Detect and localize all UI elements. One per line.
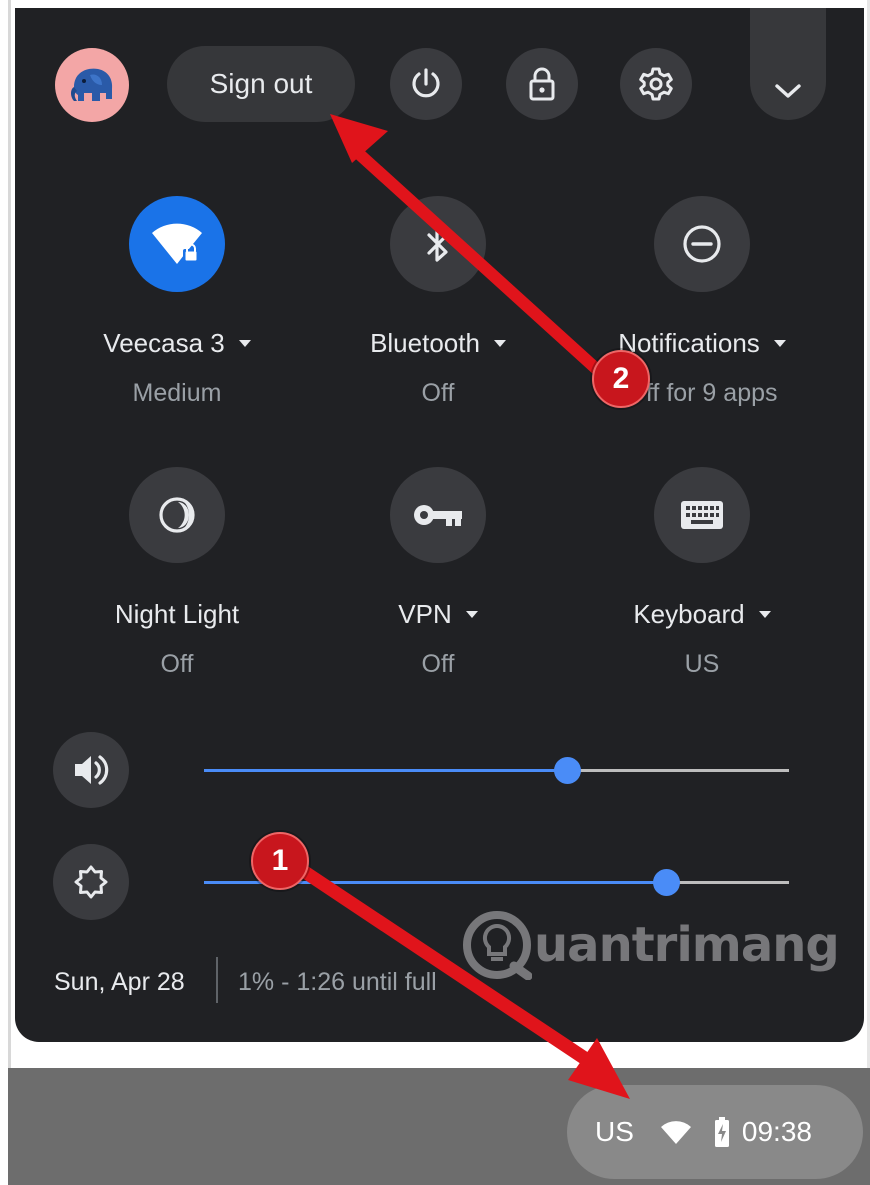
watermark-text: uantrimang — [534, 917, 840, 973]
tray-battery-charging-icon — [714, 1117, 730, 1147]
tray-clock: 09:38 — [741, 1116, 812, 1147]
dropdown-caret-icon — [493, 340, 506, 347]
keyboard-icon — [681, 501, 723, 529]
keyboard-layout: US — [684, 650, 720, 678]
mute-button[interactable] — [53, 732, 129, 808]
notifications-label-text: Notifications — [618, 328, 760, 358]
volume-slider[interactable] — [204, 757, 789, 784]
wifi-tile: Veecasa 3 Medium — [52, 196, 302, 408]
dropdown-caret-icon — [758, 611, 771, 618]
wifi-network-label[interactable]: Veecasa 3 — [52, 328, 302, 359]
brightness-slider-thumb[interactable] — [653, 869, 681, 896]
night-light-toggle[interactable] — [129, 467, 225, 563]
vpn-status: Off — [421, 650, 455, 678]
battery-status: 1% - 1:26 until full — [238, 968, 437, 996]
lightbulb-logo-icon — [463, 911, 532, 980]
brightness-button[interactable] — [53, 844, 129, 920]
annotation-badge-2: 2 — [592, 350, 650, 408]
bluetooth-label-text: Bluetooth — [370, 328, 480, 358]
bluetooth-toggle[interactable] — [390, 196, 486, 292]
vpn-label-text: VPN — [398, 599, 452, 629]
sign-out-button[interactable]: Sign out — [167, 46, 355, 122]
elephant-avatar-icon — [71, 68, 113, 101]
night-light-label[interactable]: Night Light — [52, 599, 302, 630]
keyboard-label[interactable]: Keyboard — [577, 599, 827, 630]
volume-slider-thumb[interactable] — [553, 757, 581, 784]
dropdown-caret-icon — [773, 340, 786, 347]
chevron-down-icon — [775, 84, 801, 98]
brightness-icon — [74, 865, 108, 899]
vpn-toggle[interactable] — [390, 467, 486, 563]
wifi-network-name: Veecasa 3 — [103, 328, 225, 358]
notifications-toggle[interactable] — [654, 196, 750, 292]
bluetooth-label[interactable]: Bluetooth — [313, 328, 563, 359]
wifi-signal-strength: Medium — [132, 379, 222, 407]
tray-keyboard-layout: US — [595, 1116, 634, 1147]
gear-icon — [639, 67, 673, 101]
quick-settings-panel: Sign out Veecasa 3 Medium Bluetooth Off … — [15, 8, 864, 1042]
wifi-locked-icon — [152, 223, 202, 264]
vpn-label[interactable]: VPN — [313, 599, 563, 630]
status-tray[interactable]: US 09:38 — [567, 1085, 863, 1179]
date-label[interactable]: Sun, Apr 28 — [54, 968, 185, 997]
volume-icon — [75, 755, 109, 785]
user-avatar[interactable] — [55, 48, 129, 122]
vpn-tile: VPN Off — [313, 467, 563, 679]
footer-divider — [216, 957, 218, 1003]
collapse-button[interactable] — [750, 8, 826, 120]
lock-button[interactable] — [506, 48, 578, 120]
bluetooth-icon — [427, 226, 448, 262]
dropdown-caret-icon — [465, 611, 478, 618]
keyboard-toggle[interactable] — [654, 467, 750, 563]
volume-slider-fill — [204, 769, 567, 772]
bluetooth-tile: Bluetooth Off — [313, 196, 563, 408]
window-edge-left — [8, 0, 11, 1068]
night-light-tile: Night Light Off — [52, 467, 302, 679]
keyboard-label-text: Keyboard — [633, 599, 745, 629]
keyboard-tile: Keyboard US — [577, 467, 827, 679]
night-light-status: Off — [160, 650, 194, 678]
shutdown-button[interactable] — [390, 48, 462, 120]
settings-button[interactable] — [620, 48, 692, 120]
watermark: uantrimang — [462, 910, 840, 980]
wifi-toggle[interactable] — [129, 196, 225, 292]
do-not-disturb-icon — [683, 225, 721, 263]
night-light-label-text: Night Light — [114, 599, 240, 629]
dropdown-caret-icon — [238, 340, 251, 347]
annotation-badge-1: 1 — [251, 832, 309, 890]
tray-wifi-icon — [660, 1120, 692, 1144]
power-icon — [412, 68, 440, 98]
lock-icon — [529, 67, 555, 101]
night-light-icon — [159, 497, 195, 533]
bluetooth-status: Off — [421, 379, 455, 407]
vpn-key-icon — [414, 505, 462, 526]
